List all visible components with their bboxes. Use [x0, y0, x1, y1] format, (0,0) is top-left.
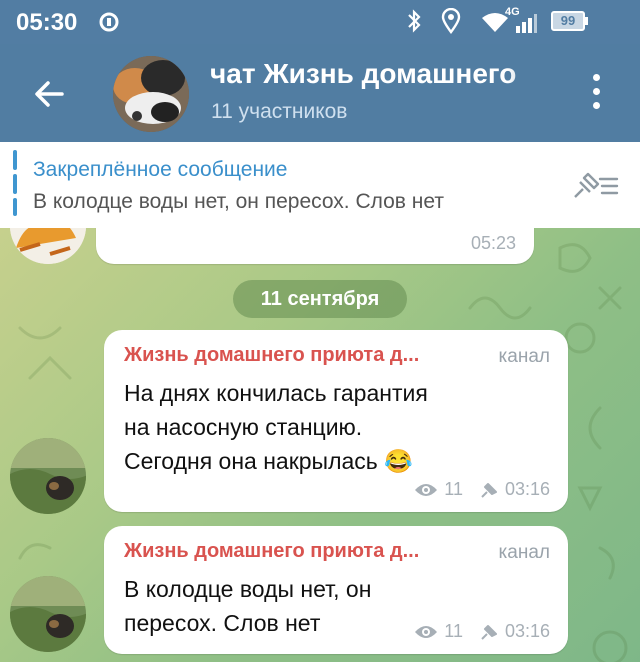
message-time: 05:23 [470, 233, 516, 253]
message-text: В колодце воды нет, он пересох. Слов нет [124, 576, 372, 636]
cat-in-grass-photo-icon [10, 438, 86, 514]
message-time: 03:16 [504, 621, 550, 641]
cat-in-grass-photo-icon [10, 576, 86, 652]
sender-avatar[interactable] [10, 438, 86, 514]
arrow-left-icon[interactable] [30, 74, 70, 114]
channel-tag: канал [498, 346, 550, 367]
message-text: На днях кончилась гарантия на насосную с… [124, 380, 428, 474]
battery-tip [585, 17, 588, 25]
eye-icon [415, 483, 438, 496]
pin-indicator [13, 150, 17, 218]
location-icon [441, 8, 461, 34]
message-meta: 11 03:16 [414, 621, 550, 642]
message-meta: 11 03:16 [414, 479, 550, 500]
view-count: 11 [444, 479, 463, 499]
chat-avatar[interactable] [113, 56, 189, 132]
message-author[interactable]: Жизнь домашнего приюта д... [124, 344, 419, 367]
pin-icon [481, 482, 497, 498]
bluetooth-icon [408, 9, 421, 33]
message-time: 03:16 [504, 479, 550, 499]
date-separator: 11 сентября [233, 280, 407, 318]
pinned-message-bar[interactable]: Закреплённое сообщение В колодце воды не… [0, 142, 640, 229]
battery-level: 99 [560, 13, 576, 28]
battery-icon: 99 [551, 11, 585, 31]
pin-icon [481, 624, 497, 640]
chat-title[interactable]: чат Жизнь домашнего [210, 58, 560, 90]
channel-tag: канал [498, 542, 550, 563]
sender-avatar[interactable] [10, 576, 86, 652]
more-vert-icon[interactable] [584, 74, 608, 114]
pinned-title: Закреплённое сообщение [33, 158, 288, 181]
status-bar: 05:30 4G 99 [0, 0, 640, 44]
signal-icon [516, 14, 537, 33]
message-author[interactable]: Жизнь домашнего приюта д... [124, 540, 419, 563]
chat-header: чат Жизнь домашнего 11 участников [0, 44, 640, 142]
message-bubble[interactable]: Жизнь домашнего приюта д... канал На дня… [104, 330, 568, 512]
message-bubble-previous[interactable]: 05:23 [96, 228, 534, 264]
pinned-text: В колодце воды нет, он пересох. Слов нет [33, 190, 444, 213]
bottom-edge [0, 662, 640, 671]
view-count: 11 [444, 621, 463, 641]
cat-photo-icon [113, 56, 189, 132]
message-bubble[interactable]: Жизнь домашнего приюта д... канал В коло… [104, 526, 568, 654]
chat-area[interactable]: 05:23 11 сентября Жизнь домашнего приюта… [0, 228, 640, 671]
member-count: 11 участников [211, 100, 348, 123]
sync-icon [99, 12, 119, 32]
clock: 05:30 [16, 9, 78, 36]
eye-icon [415, 625, 438, 638]
message-meta: 05:23 [471, 233, 516, 254]
unpin-list-icon[interactable] [572, 170, 620, 200]
